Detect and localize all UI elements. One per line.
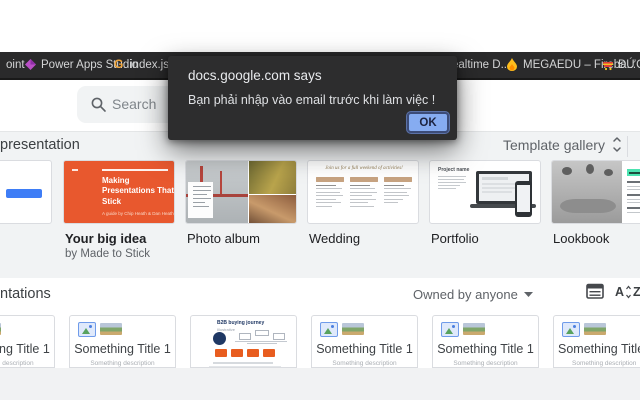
template-card-your-big-idea[interactable]: Making Presentations That Stick A guide … xyxy=(63,160,175,224)
sort-arrows xyxy=(626,285,631,299)
template-gallery-button[interactable]: Template gallery xyxy=(503,136,622,153)
code-g-icon: G xyxy=(114,57,124,71)
schedule-column xyxy=(384,177,412,204)
slide-image-icon xyxy=(463,323,485,335)
search-icon xyxy=(91,97,106,112)
list-view-icon[interactable] xyxy=(586,283,605,300)
power-apps-diamond-icon xyxy=(25,59,36,70)
template-card-photo-album[interactable] xyxy=(185,160,297,224)
ok-button[interactable]: OK xyxy=(407,112,449,133)
template-name-lookbook[interactable]: Lookbook xyxy=(553,231,609,246)
template-card-portfolio[interactable]: Project name xyxy=(429,160,541,224)
owner-filter-label: Owned by anyone xyxy=(413,287,518,302)
diagram-orange-step xyxy=(231,349,243,357)
slide-title: Join us for a full weekend of activities… xyxy=(325,166,403,171)
slide-title: Something Title 1 xyxy=(74,342,171,356)
slide-description: Something description xyxy=(0,360,34,367)
table-photo xyxy=(249,195,296,223)
template-card-blank[interactable] xyxy=(0,160,52,224)
diagram-orange-step xyxy=(215,349,227,357)
recent-section-heading: ntations xyxy=(0,286,51,302)
bookmark-item-cut[interactable]: oint xyxy=(6,59,25,71)
template-card-wedding[interactable]: Join us for a full weekend of activities… xyxy=(307,160,419,224)
presentation-card[interactable]: Something Title 1 Something description xyxy=(432,315,539,368)
slide-description: Something description xyxy=(572,360,637,367)
slide-title: Something Title 1 xyxy=(558,342,640,356)
dialog-message: Bạn phải nhập vào email trước khi làm vi… xyxy=(188,93,436,107)
slide-rule xyxy=(102,169,168,171)
slide-image-icon xyxy=(584,323,606,335)
leaves-photo xyxy=(249,161,296,194)
diagram-orange-step xyxy=(247,349,259,357)
park-photo xyxy=(552,161,622,223)
chevron-up-down-icon xyxy=(613,137,621,152)
slide-title: Making Presentations That Stick xyxy=(102,176,175,206)
divider xyxy=(627,136,628,157)
slide-dash xyxy=(72,169,78,171)
presentation-card[interactable]: Something Title 1 Something description xyxy=(311,315,418,368)
template-byline: by Made to Stick xyxy=(65,248,151,260)
schedule-column xyxy=(316,177,344,207)
template-card-lookbook[interactable] xyxy=(551,160,640,224)
template-name-portfolio[interactable]: Portfolio xyxy=(431,231,479,246)
caption-box xyxy=(188,182,213,218)
slide-image-icon xyxy=(0,323,1,335)
presentation-card[interactable]: Something Title 1 Something description xyxy=(553,315,640,368)
diagram-circle xyxy=(213,332,226,345)
below-fold-strip xyxy=(0,368,640,400)
slide-description: Something description xyxy=(453,360,518,367)
sort-az-icon[interactable]: A Z xyxy=(615,285,640,299)
screen: oint Power Apps Studio G index.js - T ea… xyxy=(0,0,640,400)
presentation-card[interactable]: Something Title 1 Something description xyxy=(69,315,176,368)
slide-description: Something description xyxy=(332,360,397,367)
slide-description: Something description xyxy=(90,360,155,367)
slide-image-icon xyxy=(320,322,338,337)
template-section-heading: presentation xyxy=(0,137,80,153)
dialog-source-text: docs.google.com says xyxy=(188,68,322,83)
firebase-flame-icon xyxy=(507,58,517,71)
schedule-column xyxy=(350,177,378,207)
slide-title: Something Title 1 xyxy=(316,342,413,356)
template-name-your-big-idea[interactable]: Your big idea xyxy=(65,231,146,246)
presentation-card[interactable]: Something Title 1 Something description xyxy=(0,315,55,368)
cart-icon xyxy=(603,62,613,71)
slide-footer: A guide by Chip Heath & Dan Heath xyxy=(102,211,174,216)
search-placeholder: Search xyxy=(112,96,157,112)
slide-image-icon xyxy=(100,323,122,335)
slide-title: B2B buying journey xyxy=(217,320,265,326)
presentation-card-diagram[interactable]: B2B buying journey Illustrative xyxy=(190,315,297,368)
slide-image-icon xyxy=(441,322,459,337)
slide-title: Something Title 1 xyxy=(437,342,534,356)
diagram-orange-step xyxy=(263,349,275,357)
template-gallery-label: Template gallery xyxy=(503,136,605,153)
owner-filter-dropdown[interactable]: Owned by anyone xyxy=(413,287,533,302)
slide-title: Something Title 1 xyxy=(0,342,50,356)
slide-blue-bar xyxy=(6,189,42,198)
slide-image-icon xyxy=(78,322,96,337)
caret-down-icon xyxy=(523,292,533,297)
bookmark-item-realtime[interactable]: ealtime D... xyxy=(452,59,510,71)
template-name-photo-album[interactable]: Photo album xyxy=(187,231,260,246)
bookmark-item-duc[interactable]: ĐỨC A xyxy=(618,59,640,71)
slide-title: Project name xyxy=(438,167,470,173)
slide-image-icon xyxy=(342,323,364,335)
template-name-wedding[interactable]: Wedding xyxy=(309,231,360,246)
slide-image-icon xyxy=(562,322,580,337)
browser-alert-dialog: docs.google.com says Bạn phải nhập vào e… xyxy=(168,56,457,140)
bookmark-item-power-apps[interactable]: Power Apps Studio xyxy=(41,59,138,71)
